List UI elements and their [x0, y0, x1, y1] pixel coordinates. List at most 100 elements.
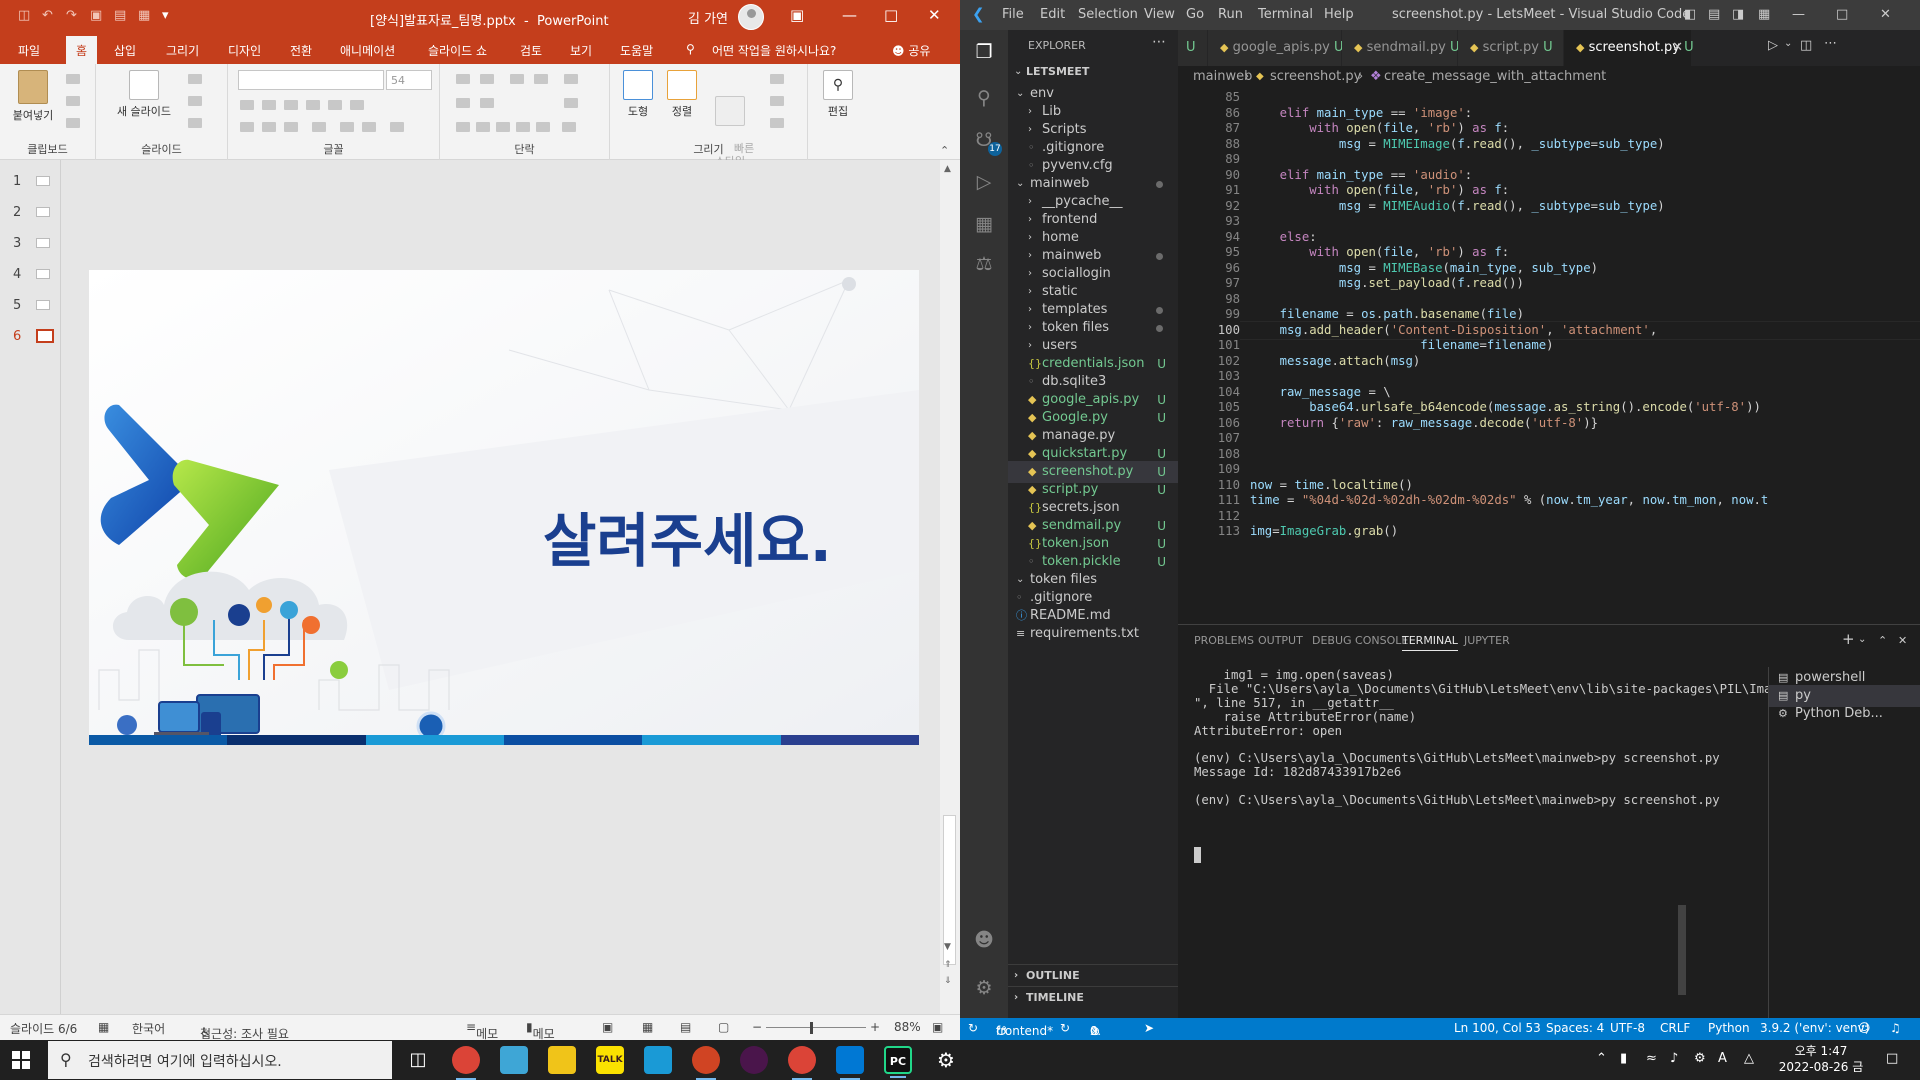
tab-design[interactable]: 디자인: [228, 42, 261, 59]
slide-thumbnail-6[interactable]: [36, 329, 54, 343]
wifi-icon[interactable]: ≈: [1646, 1051, 1657, 1066]
kakaotalk-icon[interactable]: TALK: [596, 1046, 624, 1074]
minimize-icon[interactable]: —: [842, 6, 857, 24]
tab-view[interactable]: 보기: [570, 42, 592, 59]
underline-icon[interactable]: [284, 100, 298, 110]
toggle-secondary-sidebar-icon[interactable]: ◨: [1732, 7, 1744, 22]
tab-insert[interactable]: 삽입: [114, 42, 136, 59]
breadcrumb-symbol[interactable]: create_message_with_attachment: [1384, 66, 1606, 88]
editor-more-icon[interactable]: ⋯: [1824, 36, 1837, 51]
tell-me-search[interactable]: 어떤 작업을 원하시나요?: [712, 42, 836, 59]
ime-settings-icon[interactable]: △: [1744, 1051, 1754, 1066]
shape-outline-icon[interactable]: [770, 96, 784, 106]
reset-icon[interactable]: [188, 96, 202, 106]
zoom-in-icon[interactable]: +: [870, 1020, 880, 1034]
clear-format-icon[interactable]: [390, 122, 404, 132]
run-debug-icon[interactable]: ▷: [972, 170, 996, 194]
cursor-position[interactable]: Ln 100, Col 53: [1454, 1021, 1541, 1035]
breadcrumb-file[interactable]: screenshot.py: [1270, 66, 1361, 88]
scroll-down-icon[interactable]: ▼: [944, 942, 951, 952]
volume-icon[interactable]: ♪: [1670, 1051, 1678, 1066]
terminal-item-python-debug[interactable]: ⚙ Python Deb...: [1769, 703, 1920, 725]
indent-increase-icon[interactable]: [534, 74, 548, 84]
taskbar-clock[interactable]: 오후 1:47 2022-08-26 금: [1776, 1043, 1866, 1075]
terminal-dropdown-icon[interactable]: ⌄: [1858, 634, 1866, 645]
testing-icon[interactable]: ⚖: [972, 252, 996, 276]
slide-thumbnail-4[interactable]: [36, 269, 50, 279]
maximize-panel-icon[interactable]: ⌃: [1878, 634, 1887, 647]
fit-slide-icon[interactable]: ▣: [932, 1020, 943, 1034]
explorer-root[interactable]: ⌄ LETSMEET: [1008, 61, 1178, 83]
menu-run[interactable]: Run: [1218, 7, 1243, 22]
italic-icon[interactable]: [262, 100, 276, 110]
shapes-button[interactable]: 도형: [618, 70, 658, 119]
menu-edit[interactable]: Edit: [1040, 7, 1065, 22]
editor-tab[interactable]: ◆ sendmail.py U: [1342, 30, 1459, 66]
tab-slideshow[interactable]: 슬라이드 쇼: [428, 42, 487, 59]
terminal-scrollbar[interactable]: [1678, 905, 1686, 995]
font-color-icon[interactable]: [284, 122, 298, 132]
menu-help[interactable]: Help: [1324, 7, 1354, 22]
split-editor-icon[interactable]: ◫: [1800, 38, 1812, 53]
task-view-icon[interactable]: ◫: [404, 1046, 432, 1074]
section-icon[interactable]: [188, 118, 202, 128]
code-line[interactable]: msg = MIMEImage(f.read(), _subtype=sub_t…: [1250, 135, 1665, 154]
indent-decrease-icon[interactable]: [510, 74, 524, 84]
tab-help[interactable]: 도움말: [620, 42, 653, 59]
zoom-slider-thumb[interactable]: [810, 1022, 813, 1034]
prev-slide-icon[interactable]: ⇑: [944, 960, 952, 970]
slide-thumbnail-5[interactable]: [36, 300, 50, 310]
slide-thumbnail-2[interactable]: [36, 207, 50, 217]
editor-tab-active[interactable]: ◆ screenshot.py U ✕: [1564, 30, 1694, 66]
usb-icon[interactable]: ⚙: [1694, 1051, 1706, 1066]
menu-file[interactable]: File: [1002, 7, 1024, 22]
windows-start-icon[interactable]: [12, 1051, 30, 1069]
battery-icon[interactable]: ▮: [1620, 1051, 1627, 1066]
powerpoint-taskbar-icon[interactable]: [692, 1046, 720, 1080]
language-mode[interactable]: Python: [1708, 1021, 1750, 1035]
zoom-level[interactable]: 88%: [894, 1020, 921, 1034]
next-slide-icon[interactable]: ⇓: [944, 976, 952, 986]
settings-gear-icon[interactable]: ⚙: [972, 976, 996, 1000]
tab-home[interactable]: 홈: [66, 36, 98, 64]
panel-tab-terminal[interactable]: TERMINAL: [1402, 634, 1458, 651]
code-line[interactable]: img=ImageGrab.grab(): [1250, 522, 1398, 541]
align-right-icon[interactable]: [496, 122, 510, 132]
slideshow-view-icon[interactable]: ▢: [718, 1020, 729, 1034]
line-spacing-icon[interactable]: [564, 74, 578, 84]
zoom-out-icon[interactable]: −: [752, 1020, 762, 1034]
copy-icon[interactable]: [66, 96, 80, 106]
search-icon[interactable]: ⚲: [972, 86, 996, 110]
slack-icon[interactable]: [740, 1046, 768, 1074]
panel-tab-problems[interactable]: PROBLEMS: [1194, 634, 1254, 647]
slide-title[interactable]: 살려주세요.: [543, 494, 832, 578]
text-direction-icon[interactable]: [456, 98, 470, 108]
new-terminal-icon[interactable]: +: [1842, 630, 1855, 648]
text-effects-icon[interactable]: [240, 122, 254, 132]
undo-icon[interactable]: ↶: [42, 8, 53, 23]
grow-font-icon[interactable]: [340, 122, 354, 132]
notification-center-icon[interactable]: □: [1886, 1051, 1898, 1066]
close-icon[interactable]: ✕: [928, 6, 941, 24]
save-icon[interactable]: ◫: [18, 8, 30, 23]
smartart-icon[interactable]: [564, 98, 578, 108]
ime-mode[interactable]: A: [1718, 1051, 1727, 1066]
align-left-icon[interactable]: [456, 122, 470, 132]
paragraph-settings-icon[interactable]: [562, 122, 576, 132]
explorer-item[interactable]: ≡ requirements.txt: [1008, 623, 1178, 645]
language-indicator[interactable]: 한국어: [132, 1020, 165, 1037]
ribbon-display-icon[interactable]: ▣: [790, 6, 804, 24]
toggle-panel-icon[interactable]: ▤: [1708, 7, 1720, 22]
slide-scrollbar[interactable]: ▲ ▼ ⇑ ⇓: [940, 160, 960, 1014]
present-icon[interactable]: ▤: [114, 8, 126, 23]
zoom-slider[interactable]: [766, 1027, 866, 1028]
menu-go[interactable]: Go: [1186, 7, 1204, 22]
close-panel-icon[interactable]: ✕: [1898, 634, 1907, 647]
tab-transitions[interactable]: 전환: [290, 42, 312, 59]
bold-icon[interactable]: [240, 100, 254, 110]
slide-thumbnail-1[interactable]: [36, 176, 50, 186]
panel-tab-jupyter[interactable]: JUPYTER: [1464, 634, 1510, 647]
user-avatar[interactable]: [738, 4, 764, 30]
timeline-section[interactable]: › TIMELINE: [1008, 986, 1178, 1008]
char-spacing-icon[interactable]: [350, 100, 364, 110]
